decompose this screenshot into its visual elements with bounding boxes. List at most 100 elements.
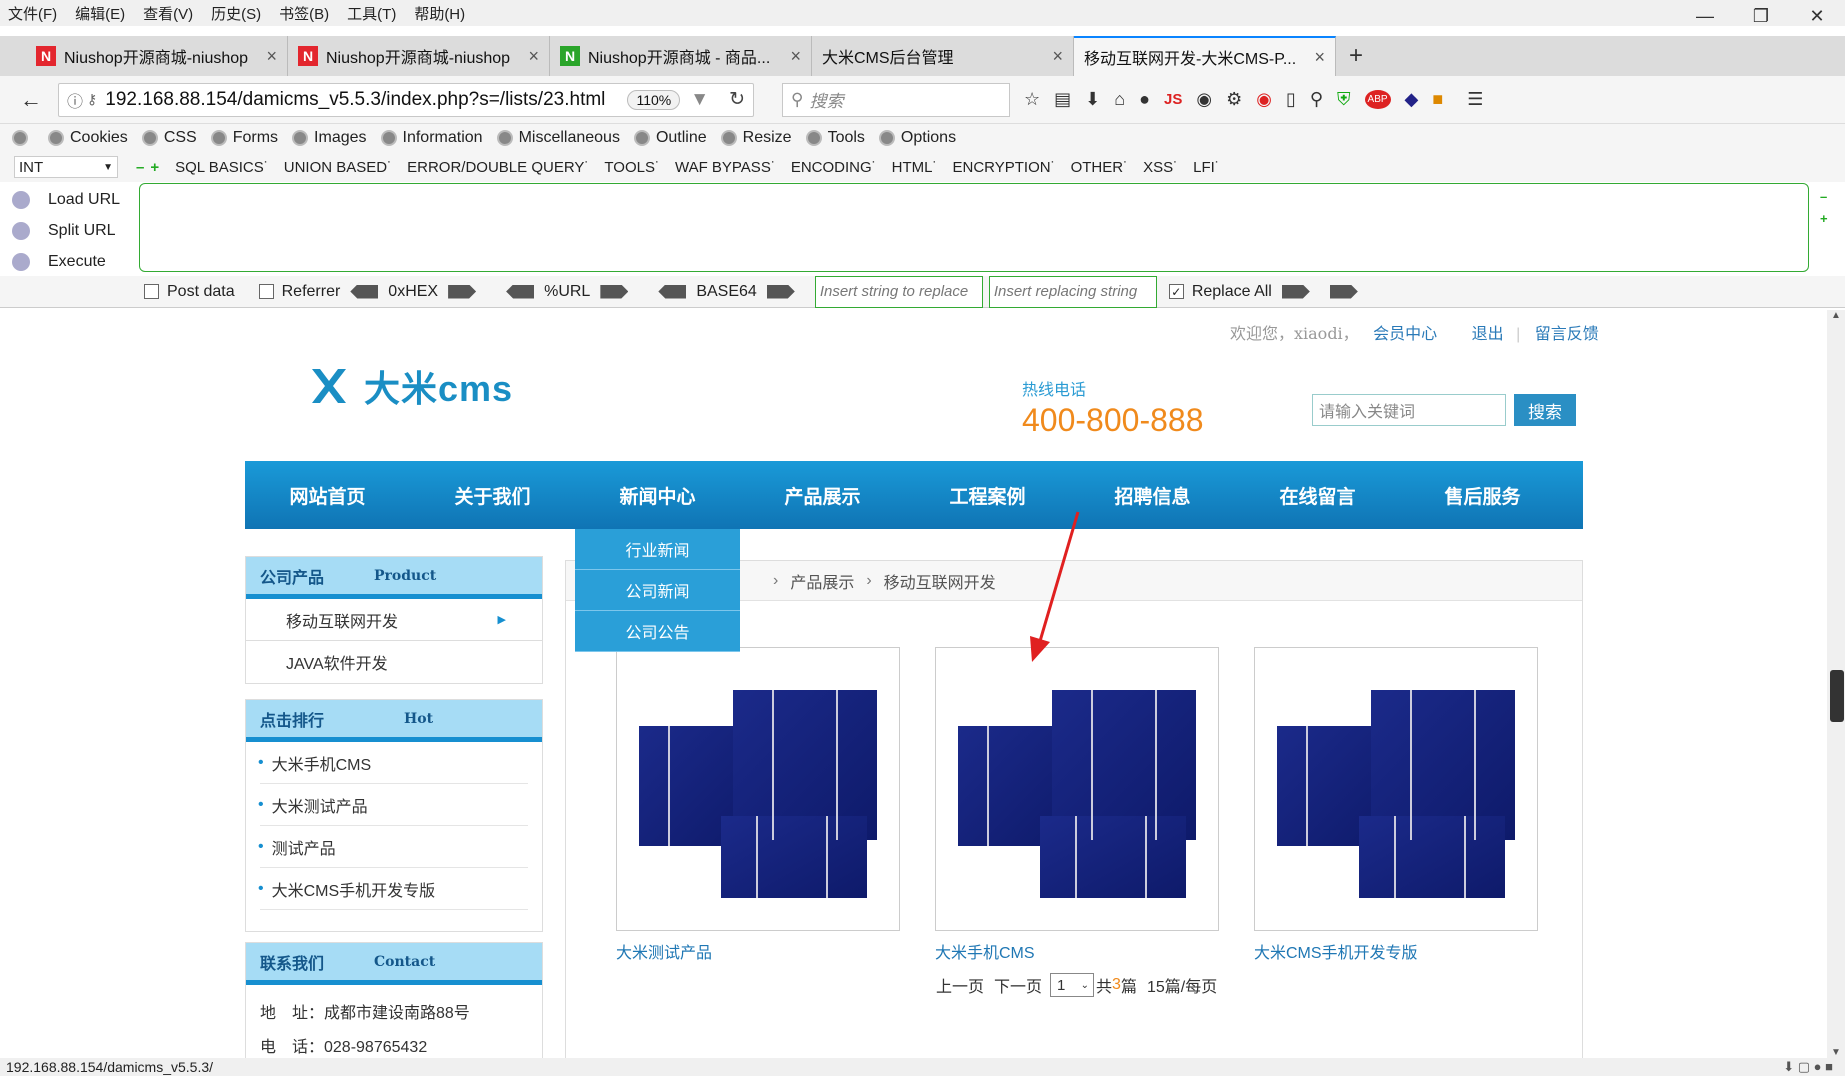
scrollbar-thumb[interactable] <box>1830 670 1844 722</box>
collapse-icon[interactable]: – <box>1820 186 1828 208</box>
toolbar-outline[interactable]: Outline <box>633 129 707 147</box>
close-window-button[interactable]: ✕ <box>1789 0 1845 32</box>
tab-mobile-dev[interactable]: 移动互联网开发-大米CMS-P... × <box>1074 36 1336 76</box>
hamburger-menu-icon[interactable]: ☰ <box>1467 89 1483 110</box>
reader-list-icon[interactable]: ▤ <box>1054 89 1071 110</box>
page-actions-icon[interactable]: ▼ <box>690 89 709 111</box>
rank-item[interactable]: • 大米测试产品 <box>258 784 528 826</box>
search-button[interactable]: 搜索 <box>1514 394 1576 426</box>
tab-niushop-1[interactable]: N Niushop开源商城-niushop × <box>26 36 288 76</box>
base64-decode-arrow-icon[interactable] <box>658 284 687 299</box>
toolbar-images[interactable]: Images <box>292 129 367 147</box>
feedback-link[interactable]: 留言反馈 <box>1535 326 1599 343</box>
rank-item[interactable]: • 大米手机CMS <box>258 742 528 784</box>
expand-icon[interactable]: + <box>1820 208 1828 230</box>
globe-extension-icon[interactable]: ● <box>1139 89 1150 110</box>
translate-extension-icon[interactable]: ◉ <box>1196 89 1212 110</box>
keyword-input[interactable]: 请输入关键词 <box>1312 394 1506 426</box>
js-extension-icon[interactable]: JS <box>1164 91 1182 108</box>
sidebar-item-java-dev[interactable]: JAVA软件开发 <box>246 641 542 683</box>
minus-icon[interactable]: – <box>136 159 144 176</box>
maximize-button[interactable]: ❐ <box>1733 0 1789 32</box>
nav-jobs[interactable]: 招聘信息 <box>1070 461 1235 529</box>
menu-other[interactable]: OTHER˙ <box>1071 159 1129 176</box>
sidebar-item-mobile-dev[interactable]: 移动互联网开发 ▶ <box>246 599 542 641</box>
menu-edit[interactable]: 编辑(E) <box>75 3 125 24</box>
tab-dami-admin[interactable]: 大米CMS后台管理 × <box>812 36 1074 76</box>
next-page-link[interactable]: 下一页 <box>994 973 1042 997</box>
diamond-extension-icon[interactable]: ◆ <box>1405 89 1419 110</box>
plus-icon[interactable]: + <box>150 159 159 176</box>
post-data-checkbox[interactable] <box>144 284 159 299</box>
menu-view[interactable]: 查看(V) <box>143 3 193 24</box>
injection-type-select[interactable]: INT ▼ <box>14 156 118 178</box>
page-scrollbar[interactable]: ▲ ▼ <box>1827 310 1845 1058</box>
reload-icon[interactable]: ↻ <box>729 88 745 111</box>
minimize-button[interactable]: — <box>1677 0 1733 32</box>
nav-home[interactable]: 网站首页 <box>245 461 410 529</box>
product-card[interactable]: 大米测试产品 <box>616 647 900 963</box>
hex-decode-arrow-icon[interactable] <box>350 284 379 299</box>
base64-encode-arrow-icon[interactable] <box>766 284 795 299</box>
download-icon[interactable]: ⬇ <box>1085 89 1100 110</box>
toolbar-cookies[interactable]: Cookies <box>48 129 128 147</box>
rank-item[interactable]: • 大米CMS手机开发专版 <box>258 868 528 910</box>
url-encode-arrow-icon[interactable] <box>600 284 629 299</box>
dropdown-announcements[interactable]: 公司公告 <box>575 611 740 652</box>
toolbar-tools[interactable]: Tools <box>805 129 865 147</box>
dropdown-company-news[interactable]: 公司新闻 <box>575 570 740 611</box>
menu-error-double-query[interactable]: ERROR/DOUBLE QUERY˙ <box>407 159 589 176</box>
logout-link[interactable]: 退出 <box>1472 326 1504 343</box>
toolbar-forms[interactable]: Forms <box>210 129 278 147</box>
nav-products[interactable]: 产品展示 <box>740 461 905 529</box>
rank-item[interactable]: • 测试产品 <box>258 826 528 868</box>
toolbar-css[interactable]: CSS <box>141 129 197 147</box>
toolbar-gear-icon[interactable] <box>12 130 34 146</box>
nav-cases[interactable]: 工程案例 <box>905 461 1070 529</box>
zoom-indicator[interactable]: 110% <box>627 89 681 110</box>
close-tab-icon[interactable]: × <box>790 46 801 67</box>
product-card[interactable]: 大米CMS手机开发专版 <box>1254 647 1538 963</box>
menu-file[interactable]: 文件(F) <box>8 3 57 24</box>
close-tab-icon[interactable]: × <box>266 46 277 67</box>
shield-extension-icon[interactable]: ⛨ <box>1337 89 1351 110</box>
scroll-up-icon[interactable]: ▲ <box>1827 310 1845 321</box>
split-url-button[interactable]: Split URL <box>12 215 122 246</box>
menu-encryption[interactable]: ENCRYPTION˙ <box>953 159 1056 176</box>
close-tab-icon[interactable]: × <box>528 46 539 67</box>
hex-encode-arrow-icon[interactable] <box>448 284 477 299</box>
menu-history[interactable]: 历史(S) <box>211 3 261 24</box>
close-tab-icon[interactable]: × <box>1052 46 1063 67</box>
referrer-checkbox[interactable] <box>258 284 274 299</box>
close-tab-icon[interactable]: × <box>1314 47 1325 68</box>
color-extension-icon[interactable]: ■ <box>1432 89 1443 110</box>
tab-niushop-2[interactable]: N Niushop开源商城-niushop × <box>288 36 550 76</box>
palette-extension-icon[interactable]: ⚙ <box>1226 89 1242 110</box>
replace-all-checkbox[interactable]: ✓ <box>1168 284 1184 299</box>
menu-help[interactable]: 帮助(H) <box>414 3 465 24</box>
nav-message[interactable]: 在线留言 <box>1235 461 1400 529</box>
toolbar-resize[interactable]: Resize <box>720 129 792 147</box>
scroll-down-icon[interactable]: ▼ <box>1827 1047 1845 1058</box>
execute-button[interactable]: Execute <box>12 246 122 277</box>
hackbar-extension-icon[interactable]: ◉ <box>1256 89 1272 110</box>
url-decode-arrow-icon[interactable] <box>506 284 535 299</box>
browser-search-box[interactable]: ⚲ 搜索 <box>782 82 1010 117</box>
home-icon[interactable]: ⌂ <box>1114 89 1125 110</box>
hackbar-url-textarea[interactable] <box>139 183 1809 272</box>
member-center-link[interactable]: 会员中心 <box>1373 326 1437 343</box>
new-tab-button[interactable]: + <box>1336 36 1376 76</box>
product-image[interactable] <box>935 647 1219 931</box>
replacing-string-input[interactable]: Insert replacing string <box>988 275 1157 308</box>
toolbar-miscellaneous[interactable]: Miscellaneous <box>496 129 620 147</box>
menu-xss[interactable]: XSS˙ <box>1143 159 1178 176</box>
product-image[interactable] <box>616 647 900 931</box>
menu-union-based[interactable]: UNION BASED˙ <box>284 159 392 176</box>
product-name[interactable]: 大米CMS手机开发专版 <box>1254 939 1538 963</box>
menu-html[interactable]: HTML˙ <box>892 159 938 176</box>
replace-all-arrow-icon[interactable] <box>1329 284 1358 299</box>
url-text[interactable]: 192.168.88.154/damicms_v5.5.3/index.php?… <box>105 89 605 111</box>
product-card[interactable]: 大米手机CMS <box>935 647 1219 963</box>
menu-sql-basics[interactable]: SQL BASICS˙ <box>175 159 269 176</box>
menu-encoding[interactable]: ENCODING˙ <box>791 159 877 176</box>
